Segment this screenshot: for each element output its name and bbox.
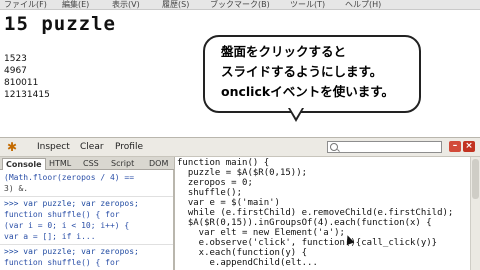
menu-bookmarks[interactable]: ブックマーク(B) [210, 0, 270, 9]
code-line: e.appendChild(elt... [177, 258, 318, 268]
console-divider [0, 244, 173, 245]
profile-button[interactable]: Profile [115, 141, 143, 153]
minimize-panel-icon[interactable]: – [449, 141, 461, 152]
puzzle-row-2[interactable]: 4967 [4, 66, 27, 76]
command-editor[interactable]: function main() { puzzle = $A($R(0,15));… [174, 157, 480, 270]
callout-line-1: 盤面をクリックすると [221, 44, 347, 59]
puzzle-row-4[interactable]: 12131415 [4, 90, 50, 100]
code-line: $A($R(0,15)).inGroupsOf(4).each(function… [177, 218, 432, 228]
menu-edit[interactable]: 編集(E) [62, 0, 89, 9]
puzzle-row-3[interactable]: 810011 [4, 78, 38, 88]
tab-css[interactable]: CSS [80, 158, 102, 170]
code-line: zeropos = 0; [177, 178, 253, 188]
clear-button[interactable]: Clear [80, 141, 104, 153]
puzzle-row-1[interactable]: 1523 [4, 54, 27, 64]
console-line: function shuffle() { for [4, 258, 120, 267]
code-line: shuffle(); [177, 188, 243, 198]
tab-console[interactable]: Console [2, 158, 46, 170]
tab-script[interactable]: Script [108, 158, 137, 170]
speech-bubble: 盤面をクリックすると スライドするようにします。 onclickイベントを使いま… [203, 35, 421, 113]
console-line: 3) &. [4, 184, 29, 193]
console-line: (Math.floor(zeropos / 4) == [4, 173, 135, 182]
code-line: var elt = new Element('a'); [177, 228, 345, 238]
console-divider [0, 196, 173, 197]
code-line: while (e.firstChild) e.removeChild(e.fir… [177, 208, 454, 218]
browser-menubar: ファイル(F) 編集(E) 表示(V) 履歴(S) ブックマーク(B) ツール(… [0, 0, 480, 10]
tab-html[interactable]: HTML [46, 158, 74, 170]
inspect-button[interactable]: Inspect [37, 141, 70, 153]
menu-help[interactable]: ヘルプ(H) [345, 0, 381, 9]
console-line: >>> var puzzle; var zeropos; [4, 199, 139, 208]
code-line: function main() { [177, 158, 270, 168]
callout-line-2: スライドするようにします。 [221, 64, 383, 79]
console-line: (var i = 0; i < 10; i++) { [4, 221, 130, 230]
code-line: e.observe('click', function(){call_click… [177, 238, 438, 248]
editor-scrollbar[interactable] [470, 157, 480, 270]
tab-dom[interactable]: DOM [146, 158, 171, 170]
firebug-search-input[interactable] [327, 141, 442, 153]
firebug-tabs: Console HTML CSS Script DOM [0, 157, 174, 170]
scrollbar-thumb[interactable] [472, 159, 479, 199]
search-icon [330, 143, 338, 151]
code-line: var e = $('main') [177, 198, 280, 208]
menu-history[interactable]: 履歴(S) [162, 0, 189, 9]
firebug-bug-icon[interactable]: ✱ [5, 141, 19, 154]
console-output[interactable]: (Math.floor(zeropos / 4) == 3) &. >>> va… [0, 170, 174, 270]
code-line: puzzle = $A($R(0,15)); [177, 168, 308, 178]
speech-bubble-tail-fill [290, 108, 302, 118]
console-line: >>> var puzzle; var zeropos; [4, 247, 139, 256]
menu-file[interactable]: ファイル(F) [4, 0, 47, 9]
menu-view[interactable]: 表示(V) [112, 0, 140, 9]
console-line: function shuffle() { for [4, 210, 120, 219]
callout-line-3: onclickイベントを使います。 [221, 84, 394, 99]
console-line: var a = []; if i... [4, 232, 96, 241]
menu-tools[interactable]: ツール(T) [290, 0, 325, 9]
page-title: 15 puzzle [4, 13, 116, 35]
firebug-toolbar: ✱ Inspect Clear Profile – × [0, 137, 480, 157]
code-line: x.each(function(y) { [177, 248, 308, 258]
close-panel-icon[interactable]: × [463, 141, 475, 152]
